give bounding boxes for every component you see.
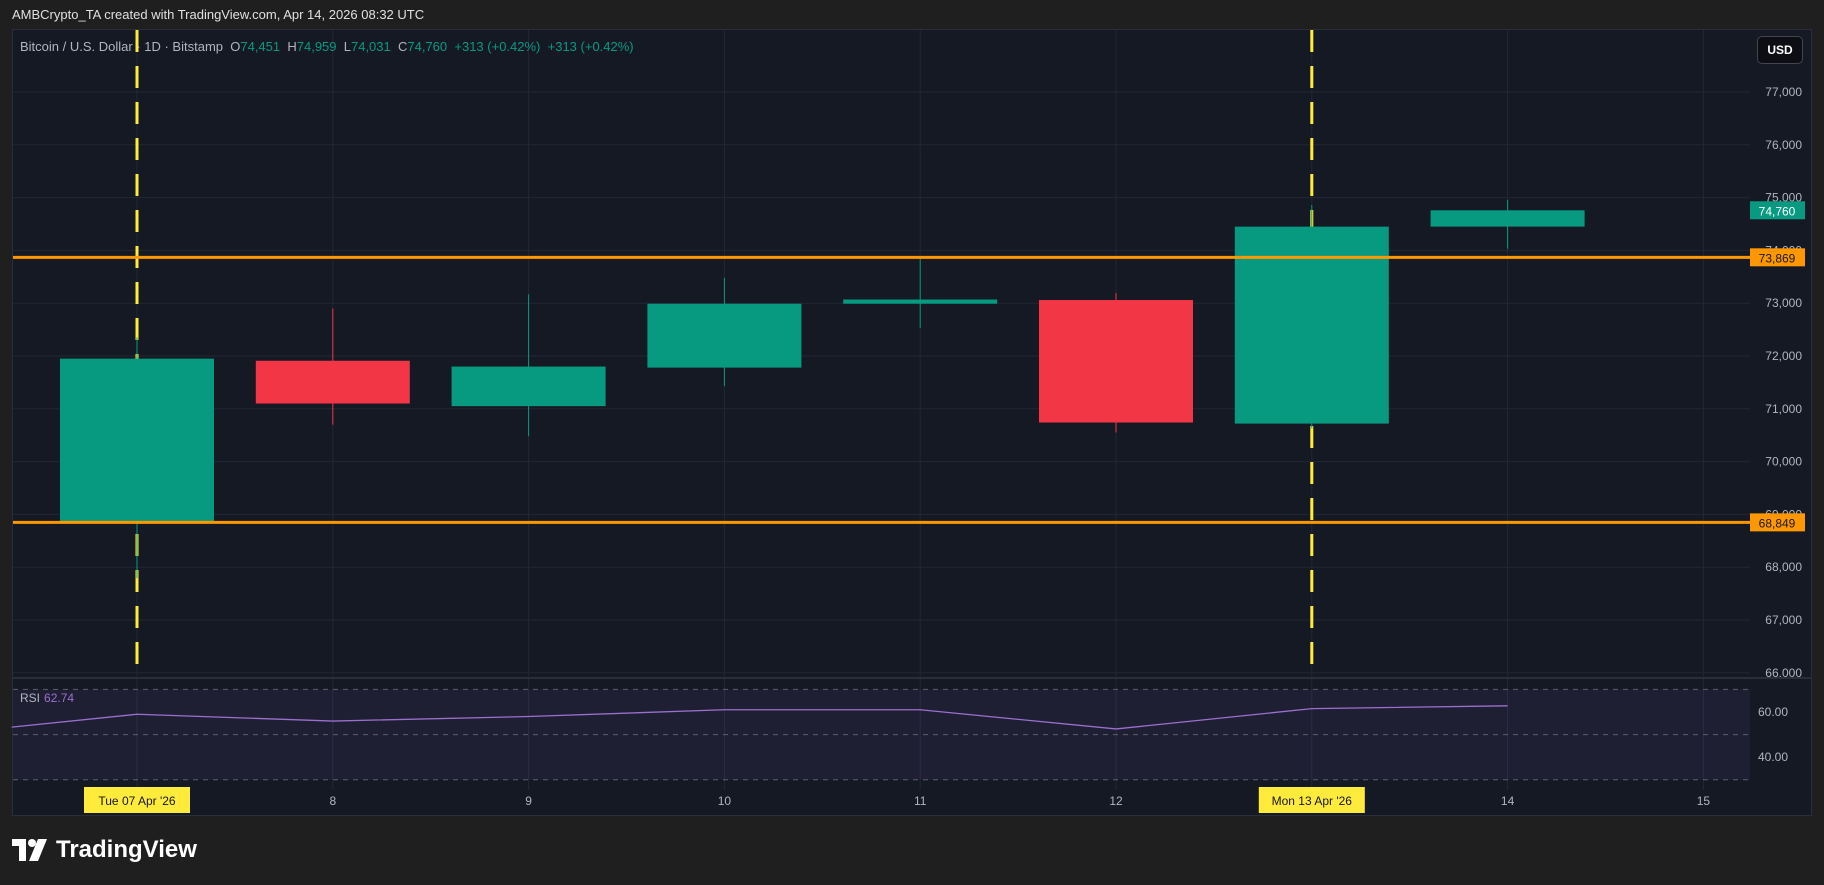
rsi-tick-label: 60.00 [1758,705,1788,719]
tradingview-logo[interactable]: TradingView [12,836,197,864]
level-price-label: 73,869 [1759,251,1796,265]
logo-text: TradingView [56,836,197,863]
candle-body [1039,300,1193,423]
tradingview-logo-icon [12,839,47,861]
symbol-legend: Bitcoin / U.S. Dollar · 1D · Bitstamp O7… [20,39,634,54]
level-price-label: 68,849 [1759,516,1796,530]
currency-button[interactable]: USD [1757,36,1803,64]
close-value: 74,760 [407,39,448,54]
close-label: C [397,39,408,54]
candle-body [1430,210,1585,227]
y-tick-label: 72,000 [1765,349,1802,363]
rsi-value: 62.74 [44,691,75,705]
y-tick-label: 68,000 [1765,560,1802,574]
change-value: +313 (+0.42%) [454,39,541,54]
price-chart[interactable]: 77,00076,00075,00074,00073,00072,00071,0… [0,0,1824,885]
x-tick-label: Tue 07 Apr '26 [98,794,176,808]
open-value: 74,451 [240,39,281,54]
y-tick-label: 70,000 [1765,455,1802,469]
x-tick-label: 10 [718,794,732,808]
last-price-label: 74,760 [1759,204,1796,218]
x-tick-label: Mon 13 Apr '26 [1272,794,1353,808]
x-tick-label: 12 [1109,794,1123,808]
rsi-legend: RSI 62.74 [20,691,74,705]
low-label: L [343,39,351,54]
rsi-name: RSI [20,691,41,705]
y-tick-label: 71,000 [1765,402,1802,416]
candle-body [843,299,998,304]
rsi-tick-label: 40.00 [1758,750,1788,764]
candle-body [647,303,802,368]
y-tick-label: 73,000 [1765,296,1802,310]
candle-body [451,366,606,407]
change-value-2: +313 (+0.42%) [547,39,634,54]
x-tick-label: 15 [1697,794,1711,808]
y-tick-label: 67,000 [1765,613,1802,627]
x-tick-label: 14 [1501,794,1515,808]
x-tick-label: 8 [329,794,336,808]
high-label: H [287,39,297,54]
high-value: 74,959 [296,39,337,54]
x-tick-label: 9 [525,794,532,808]
low-value: 74,031 [350,39,391,54]
x-tick-label: 11 [914,794,927,808]
candle-body [60,358,214,523]
y-tick-label: 76,000 [1765,138,1802,152]
symbol-title[interactable]: Bitcoin / U.S. Dollar · 1D · Bitstamp [20,39,223,54]
open-label: O [230,39,241,54]
candle-body [255,360,410,404]
y-tick-label: 77,000 [1765,85,1802,99]
